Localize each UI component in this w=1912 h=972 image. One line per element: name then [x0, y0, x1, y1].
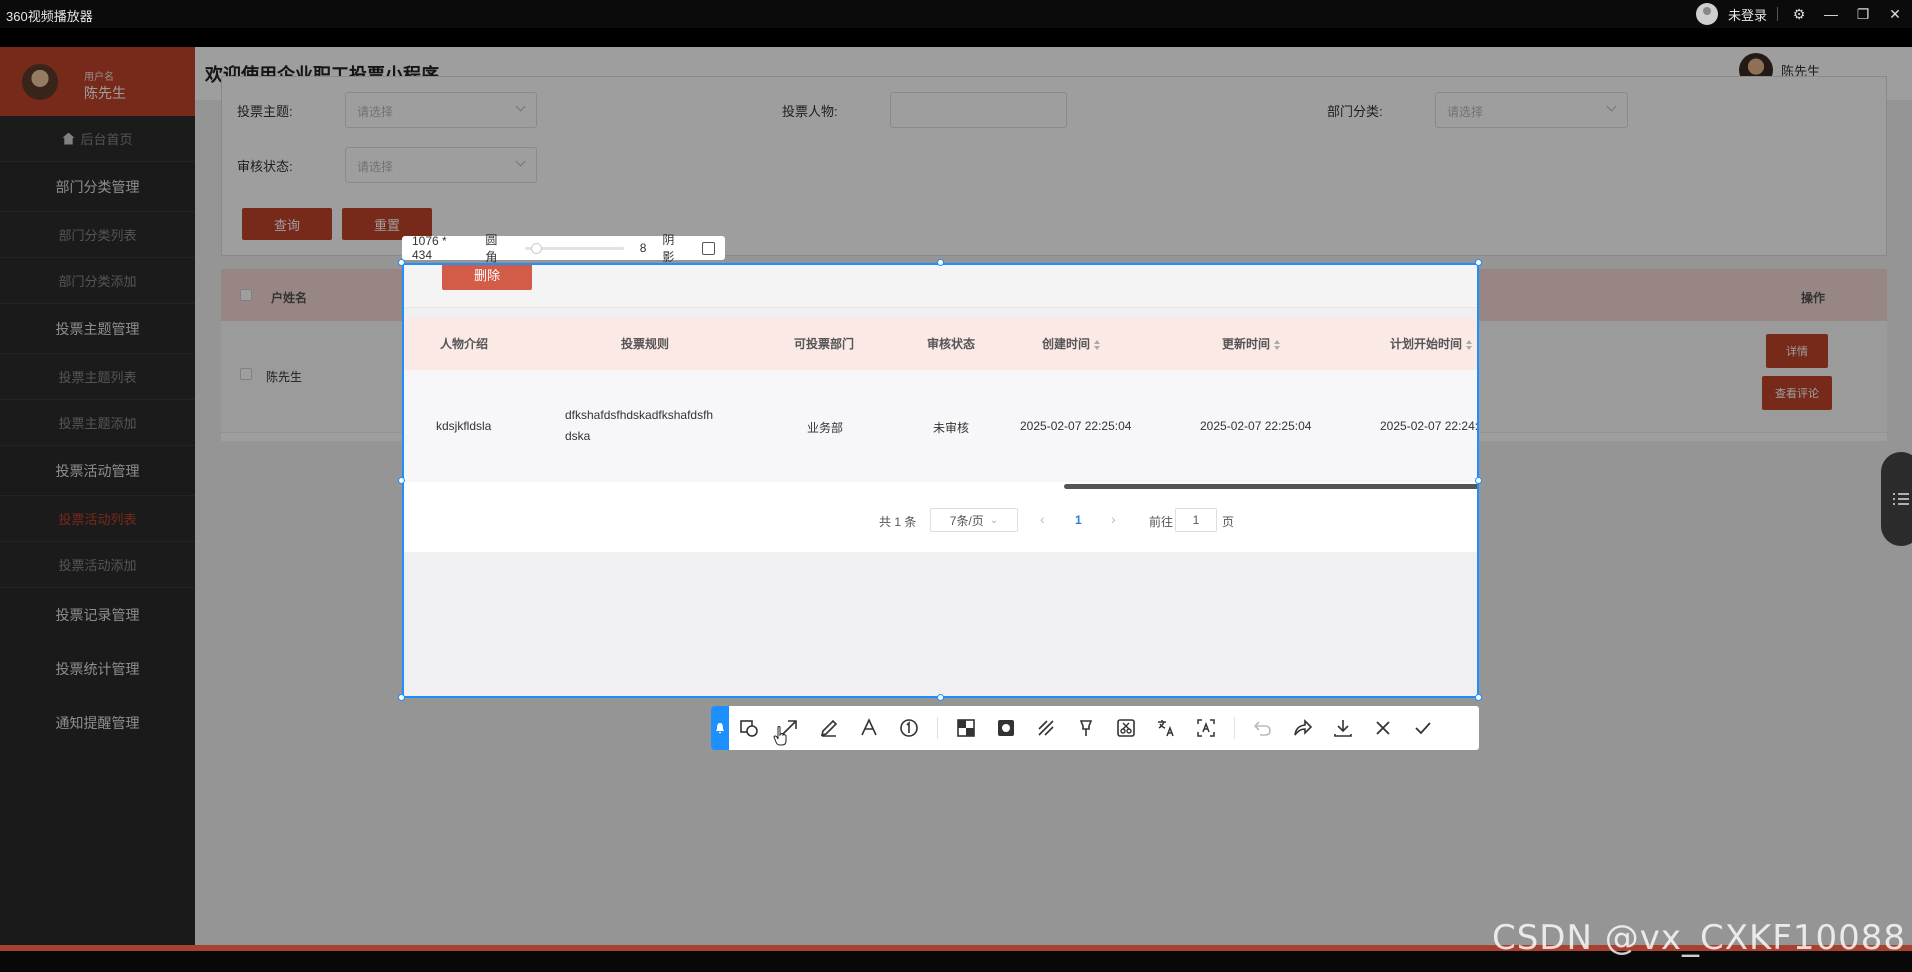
- horizontal-scrollbar[interactable]: [1064, 484, 1477, 489]
- page-size-select[interactable]: 7条/页 ⌄: [930, 508, 1018, 532]
- cell-rule-line2: dska: [565, 429, 591, 443]
- sort-icon[interactable]: [1094, 339, 1101, 350]
- resize-handle[interactable]: [1475, 259, 1482, 266]
- screen-root: 360视频播放器 未登录 ⚙ — ❐ ✕ 用户名 陈先生 后台首页 部门分类管理…: [0, 0, 1912, 972]
- side-panel-handle[interactable]: [1881, 452, 1912, 546]
- radius-slider[interactable]: [525, 242, 624, 254]
- resize-handle[interactable]: [398, 259, 405, 266]
- shape-icon[interactable]: [729, 706, 769, 750]
- goto-page-input[interactable]: 1: [1175, 508, 1217, 532]
- player-title-bar: 360视频播放器 未登录 ⚙ — ❐ ✕: [0, 0, 1912, 28]
- cell-updated: 2025-02-07 22:25:04: [1200, 419, 1312, 433]
- selection-size-tooltip: 1076 * 434 圆角 8 阴影: [402, 233, 725, 264]
- divider: [1234, 717, 1235, 739]
- goto-label: 前往: [1149, 515, 1174, 529]
- cell-dept: 业务部: [807, 421, 844, 435]
- pin-tab-icon[interactable]: [711, 706, 729, 750]
- pin-icon[interactable]: [1066, 706, 1106, 750]
- watermark: CSDN @vx_CXKF10088: [1491, 918, 1906, 958]
- shadow-checkbox[interactable]: [702, 241, 715, 255]
- cell-intro: kdsjkfldsla: [436, 419, 492, 433]
- undo-icon[interactable]: [1243, 706, 1283, 750]
- resize-handle[interactable]: [937, 259, 944, 266]
- ocr-icon[interactable]: [1186, 706, 1226, 750]
- share-icon[interactable]: [1283, 706, 1323, 750]
- close-icon[interactable]: ✕: [1884, 3, 1906, 25]
- column-header: 投票规则: [621, 337, 670, 351]
- column-header: 可投票部门: [794, 337, 855, 351]
- translate-icon[interactable]: [1146, 706, 1186, 750]
- pen-icon[interactable]: [809, 706, 849, 750]
- divider: [1777, 7, 1778, 21]
- confirm-icon[interactable]: [1403, 706, 1443, 750]
- selection-size: 1076 * 434: [412, 234, 447, 262]
- cell-created: 2025-02-07 22:25:04: [1020, 419, 1132, 433]
- page-number-current[interactable]: 1: [1075, 513, 1082, 527]
- next-page-icon[interactable]: ›: [1111, 511, 1116, 527]
- cell-start: 2025-02-07 22:24:10: [1380, 419, 1479, 433]
- hand-cursor-icon: [773, 726, 787, 746]
- blur-icon[interactable]: [986, 706, 1026, 750]
- text-icon[interactable]: [849, 706, 889, 750]
- sort-icon[interactable]: [1274, 339, 1281, 350]
- restore-icon[interactable]: ❐: [1852, 3, 1874, 25]
- radius-label: 圆角: [485, 233, 498, 264]
- cell-status: 未审核: [933, 421, 970, 435]
- pagination-total: 共 1 条: [879, 515, 917, 529]
- chevron-down-icon: ⌄: [989, 514, 999, 526]
- divider: [937, 717, 938, 739]
- shadow-label: 阴影: [662, 233, 675, 264]
- mosaic-icon[interactable]: [946, 706, 986, 750]
- gear-icon[interactable]: ⚙: [1788, 3, 1810, 25]
- column-header: 审核状态: [927, 337, 976, 351]
- hatch-icon[interactable]: [1026, 706, 1066, 750]
- sort-icon[interactable]: [1466, 339, 1473, 350]
- minimize-icon[interactable]: —: [1820, 3, 1842, 25]
- player-title: 360视频播放器: [6, 9, 93, 24]
- column-header: 人物介绍: [440, 337, 489, 351]
- resize-handle[interactable]: [398, 477, 405, 484]
- column-header-sortable[interactable]: 创建时间: [1042, 335, 1101, 352]
- resize-handle[interactable]: [1475, 477, 1482, 484]
- download-icon[interactable]: [1323, 706, 1363, 750]
- login-status[interactable]: 未登录: [1728, 5, 1767, 24]
- filter-panel-bottom: [404, 265, 1477, 308]
- radius-value: 8: [639, 241, 647, 255]
- resize-handle[interactable]: [398, 694, 405, 701]
- list-icon: [1893, 493, 1909, 505]
- column-header-sortable[interactable]: 计划开始时间: [1390, 335, 1473, 352]
- selection-content: 删除 人物介绍 投票规则 可投票部门 审核状态 创建时间 更新时间 计划开始时间…: [404, 265, 1479, 696]
- number-marker-icon[interactable]: [889, 706, 929, 750]
- delete-button[interactable]: 删除: [442, 265, 532, 290]
- cell-rule-line1: dfkshafdsfhdskadfkshafdsfh: [565, 408, 714, 422]
- resize-handle[interactable]: [937, 694, 944, 701]
- column-header-sortable[interactable]: 更新时间: [1222, 335, 1281, 352]
- screenshot-selection[interactable]: 删除 人物介绍 投票规则 可投票部门 审核状态 创建时间 更新时间 计划开始时间…: [402, 263, 1479, 698]
- prev-page-icon[interactable]: ‹: [1040, 511, 1045, 527]
- screenshot-toolbar: [711, 706, 1479, 750]
- login-avatar-icon[interactable]: [1695, 3, 1718, 25]
- scissors-icon[interactable]: [1106, 706, 1146, 750]
- page-suffix: 页: [1222, 515, 1235, 529]
- close-icon[interactable]: [1363, 706, 1403, 750]
- resize-handle[interactable]: [1475, 694, 1482, 701]
- slider-knob[interactable]: [531, 242, 543, 254]
- player-controls: 未登录 ⚙ — ❐ ✕: [1695, 0, 1906, 28]
